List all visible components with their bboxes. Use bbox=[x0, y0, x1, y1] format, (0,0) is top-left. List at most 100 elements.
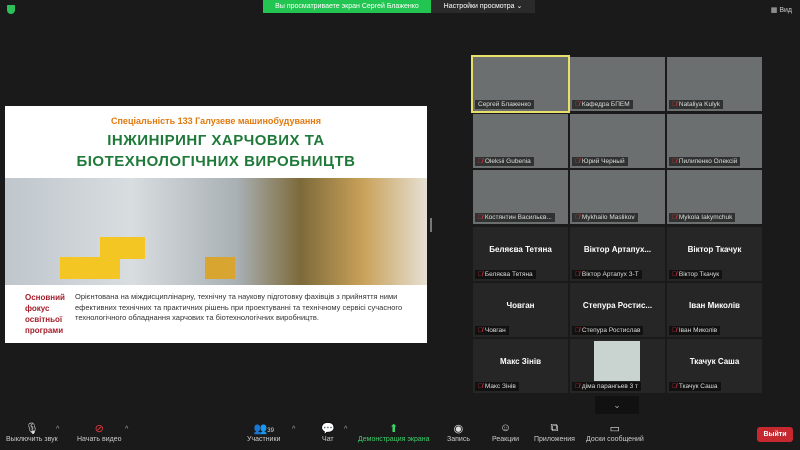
video-options-caret[interactable]: ^ bbox=[125, 426, 128, 433]
viewing-banner: Вы просматриваете экран Сергей Блаженко bbox=[263, 0, 431, 13]
chat-icon: 💬 bbox=[321, 423, 335, 435]
muted-mic-icon: 🎙̸ bbox=[575, 214, 580, 221]
participant-name-label: 🎙̸ Макс Зінів bbox=[475, 382, 519, 391]
share-screen-button[interactable]: ⬆ Демонстрация экрана bbox=[358, 422, 430, 443]
box bbox=[100, 237, 145, 259]
participant-name-label: 🎙̸ Mykola Iakymchuk bbox=[669, 213, 736, 222]
participant-name-label: 🎙̸ Човган bbox=[475, 326, 509, 335]
muted-mic-icon: 🎙̸ bbox=[575, 158, 580, 165]
participant-name-label: 🎙̸ Віктор Ткачук bbox=[669, 270, 723, 279]
participant-tile[interactable]: Іван Миколів 🎙̸ Іван Миколів bbox=[667, 283, 762, 337]
participant-name-label: 🎙̸ Віктор Артапух З-Т bbox=[572, 270, 642, 279]
participant-tile[interactable]: Ткачук Саша 🎙̸ Ткачук Саша bbox=[667, 339, 762, 393]
participant-tile[interactable]: 🎙̸ Oleksii Gubenia bbox=[473, 114, 568, 168]
view-button[interactable]: ▦ Вид bbox=[771, 6, 792, 14]
muted-mic-icon: 🎙̸ bbox=[575, 101, 580, 108]
view-options-button[interactable]: Настройки просмотра ⌄ bbox=[431, 0, 535, 13]
apps-icon: ⧉ bbox=[550, 422, 559, 434]
meeting-toolbar: 🎙 Выключить звук ^ ⊘ Начать видео ^ 👥39 Уча… bbox=[0, 418, 800, 450]
participant-tile[interactable]: 🎙̸ Кафедра БПЕМ bbox=[570, 57, 665, 111]
chevron-down-icon: ⌄ bbox=[613, 400, 621, 410]
participant-name-label: 🎙̸ Кафедра БПЕМ bbox=[572, 100, 633, 109]
share-arrow-icon: ⬆ bbox=[389, 423, 399, 435]
muted-mic-icon: 🎙̸ bbox=[575, 383, 580, 390]
participant-name-label: Сергей Блаженко bbox=[475, 100, 534, 109]
muted-mic-icon: 🎙̸ bbox=[478, 158, 483, 165]
muted-mic-icon: 🎙̸ bbox=[672, 101, 677, 108]
participant-video-thumbnail bbox=[594, 341, 640, 381]
participant-name-label: 🎙̸ Юрий Черный bbox=[572, 157, 628, 166]
start-video-button[interactable]: ⊘ Начать видео bbox=[77, 422, 121, 443]
chat-caret[interactable]: ^ bbox=[344, 426, 347, 433]
top-bar: Вы просматриваете экран Сергей Блаженко … bbox=[0, 0, 800, 16]
shared-screen-slide: Спеціальність 133 Галузеве машинобудуван… bbox=[5, 106, 427, 343]
muted-mic-icon: 🎙̸ bbox=[478, 327, 483, 334]
muted-mic-icon: 🎙̸ bbox=[478, 383, 483, 390]
participant-name-label: 🎙̸ Костянтин Васильєв... bbox=[475, 213, 555, 222]
participant-display-name: Човган bbox=[506, 301, 535, 310]
participant-display-name: Іван Миколів bbox=[689, 301, 740, 310]
participant-name-label: 🎙̸ Беляєва Тетяна bbox=[475, 270, 536, 279]
participant-display-name: Макс Зінів bbox=[500, 357, 541, 366]
participant-display-name: Віктор Артапух... bbox=[583, 245, 652, 254]
participant-tile[interactable]: 🎙̸ Костянтин Васильєв... bbox=[473, 170, 568, 224]
leave-button[interactable]: Выйти bbox=[757, 427, 793, 442]
chat-button[interactable]: 💬 Чат bbox=[321, 422, 335, 443]
participant-display-name: Степура Ростис... bbox=[582, 301, 653, 310]
participant-tile[interactable]: 🎙̸ Пилипенко Олексій bbox=[667, 114, 762, 168]
split-resize-handle[interactable] bbox=[430, 218, 432, 232]
participant-tile[interactable]: Беляєва Тетяна 🎙̸ Беляєва Тетяна bbox=[473, 227, 568, 281]
participant-tile[interactable]: 🎙̸ Mykhailo Maslikov bbox=[570, 170, 665, 224]
muted-mic-icon: 🎙̸ bbox=[672, 383, 677, 390]
muted-mic-icon: 🎙̸ bbox=[478, 214, 483, 221]
focus-description: Орієнтована на міждисциплінарну, технічн… bbox=[75, 292, 403, 322]
participant-tile[interactable]: Макс Зінів 🎙̸ Макс Зінів bbox=[473, 339, 568, 393]
focus-label: Основний фокус освітньої програми bbox=[25, 293, 65, 335]
security-shield-icon[interactable] bbox=[7, 5, 15, 14]
next-page-button[interactable]: ⌄ bbox=[595, 396, 639, 414]
production-line-photo bbox=[5, 178, 427, 285]
participant-tile[interactable]: Віктор Артапух... 🎙̸ Віктор Артапух З-Т bbox=[570, 227, 665, 281]
apps-button[interactable]: ⧉ Приложения bbox=[534, 422, 575, 443]
participant-name-label: 🎙̸ Іван Миколів bbox=[669, 326, 721, 335]
participant-tile[interactable]: 🎙̸ діма парангьев 3 т bbox=[570, 339, 665, 393]
participants-button[interactable]: 👥39 Участники bbox=[247, 422, 280, 443]
participant-name-label: 🎙̸ Пилипенко Олексій bbox=[669, 157, 741, 166]
participant-name-label: 🎙̸ діма парангьев 3 т bbox=[572, 382, 641, 391]
slide-heading: ІНЖИНІРИНГ ХАРЧОВИХ ТА БІОТЕХНОЛОГІЧНИХ В… bbox=[76, 132, 356, 170]
muted-mic-icon: 🎙̸ bbox=[575, 327, 580, 334]
muted-mic-icon: 🎙̸ bbox=[672, 327, 677, 334]
muted-mic-icon: 🎙̸ bbox=[672, 214, 677, 221]
participant-name-label: 🎙̸ Ткачук Саша bbox=[669, 382, 721, 391]
participant-tile[interactable]: 🎙̸ Nataliya Kulyk bbox=[667, 57, 762, 111]
muted-mic-icon: 🎙̸ bbox=[478, 271, 483, 278]
participant-tile[interactable]: 🎙̸ Юрий Черный bbox=[570, 114, 665, 168]
participant-display-name: Ткачук Саша bbox=[689, 357, 740, 366]
participant-name-label: 🎙̸ Mykhailo Maslikov bbox=[572, 213, 638, 222]
participant-tile[interactable]: Віктор Ткачук 🎙̸ Віктор Ткачук bbox=[667, 227, 762, 281]
participant-name-label: 🎙̸ Степура Ростислав bbox=[572, 326, 644, 335]
participant-tile[interactable]: Човган 🎙̸ Човган bbox=[473, 283, 568, 337]
reactions-button[interactable]: ☺ Реакции bbox=[492, 422, 519, 443]
microphone-icon: 🎙 bbox=[24, 423, 39, 435]
participant-tile[interactable]: Степура Ростис... 🎙̸ Степура Ростислав bbox=[570, 283, 665, 337]
mute-button[interactable]: 🎙 Выключить звук bbox=[6, 422, 58, 443]
participant-name-label: 🎙̸ Nataliya Kulyk bbox=[669, 100, 724, 109]
whiteboards-button[interactable]: ▭ Доски сообщений bbox=[586, 422, 644, 443]
muted-mic-icon: 🎙̸ bbox=[672, 158, 677, 165]
muted-mic-icon: 🎙̸ bbox=[672, 271, 677, 278]
record-icon: ◉ bbox=[453, 423, 464, 435]
participants-caret[interactable]: ^ bbox=[292, 426, 295, 433]
smiley-icon: ☺ bbox=[499, 422, 512, 434]
record-button[interactable]: ◉ Запись bbox=[447, 422, 470, 443]
video-off-icon: ⊘ bbox=[94, 423, 104, 435]
audio-options-caret[interactable]: ^ bbox=[56, 426, 59, 433]
participant-display-name: Беляєва Тетяна bbox=[489, 245, 552, 254]
participant-tile[interactable]: Сергей Блаженко bbox=[471, 55, 570, 113]
participant-tile[interactable]: 🎙̸ Mykola Iakymchuk bbox=[667, 170, 762, 224]
box bbox=[205, 257, 235, 279]
muted-mic-icon: 🎙̸ bbox=[575, 271, 580, 278]
whiteboard-icon: ▭ bbox=[609, 423, 621, 435]
box bbox=[60, 257, 120, 279]
slide-subtitle: Спеціальність 133 Галузеве машинобудуван… bbox=[111, 116, 321, 126]
